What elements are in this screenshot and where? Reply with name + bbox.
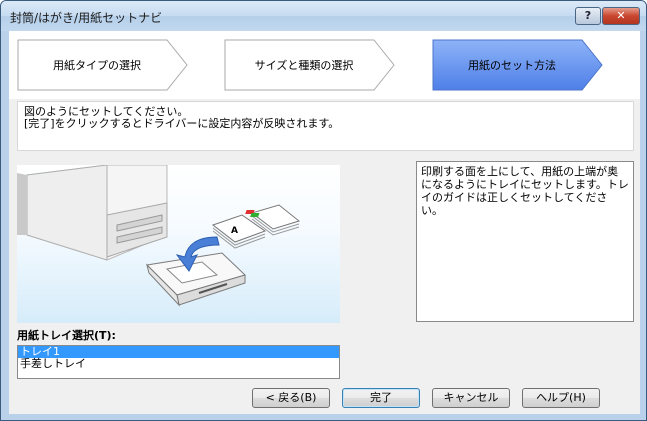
finish-button[interactable]: 完了 <box>342 388 420 408</box>
back-button[interactable]: < 戻る(B) <box>252 388 330 408</box>
description-box: 印刷する面を上にして、用紙の上端が奥になるようにトレイにセットします。トレイのガ… <box>416 161 634 322</box>
title-help-button[interactable]: ? <box>575 7 601 25</box>
step-size-type: サイズと種類の選択 <box>224 39 396 91</box>
dialog-window: 封筒/はがき/用紙セットナビ ? ✕ 用紙タイプの選択 サイズと種類の選択 用紙… <box>0 0 647 421</box>
tray-select-label: 用紙トレイ選択(T): <box>17 329 116 342</box>
instruction-box: 図のようにセットしてください。 [完了]をクリックするとドライバーに設定内容が反… <box>17 101 634 151</box>
tray-option-2[interactable]: 手差しトレイ <box>18 358 339 370</box>
step-paper-setting: 用紙のセット方法 <box>432 39 604 91</box>
paper-a-mark: A <box>231 226 238 236</box>
step-paper-type: 用紙タイプの選択 <box>17 39 189 91</box>
dialog-body: 用紙タイプの選択 サイズと種類の選択 用紙のセット方法 図のようにセットしてくだ… <box>9 31 640 414</box>
title-close-button[interactable]: ✕ <box>602 7 640 25</box>
instruction-line-2: [完了]をクリックするとドライバーに設定内容が反映されます。 <box>24 117 340 130</box>
printer-tray-drawing: A <box>17 164 301 307</box>
step-label: サイズと種類の選択 <box>254 59 354 72</box>
help-button[interactable]: ヘルプ(H) <box>522 388 600 408</box>
title-bar[interactable]: 封筒/はがき/用紙セットナビ ? ✕ <box>1 1 646 31</box>
tray-select-list[interactable]: トレイ1 手差しトレイ <box>17 345 340 379</box>
cancel-button[interactable]: キャンセル <box>432 388 510 408</box>
step-label: 用紙タイプの選択 <box>53 59 141 72</box>
window-title: 封筒/はがき/用紙セットナビ <box>10 11 163 25</box>
step-label: 用紙のセット方法 <box>468 59 556 72</box>
paper-setting-illustration: A <box>17 164 340 323</box>
step-navigation: 用紙タイプの選択 サイズと種類の選択 用紙のセット方法 <box>9 31 640 99</box>
